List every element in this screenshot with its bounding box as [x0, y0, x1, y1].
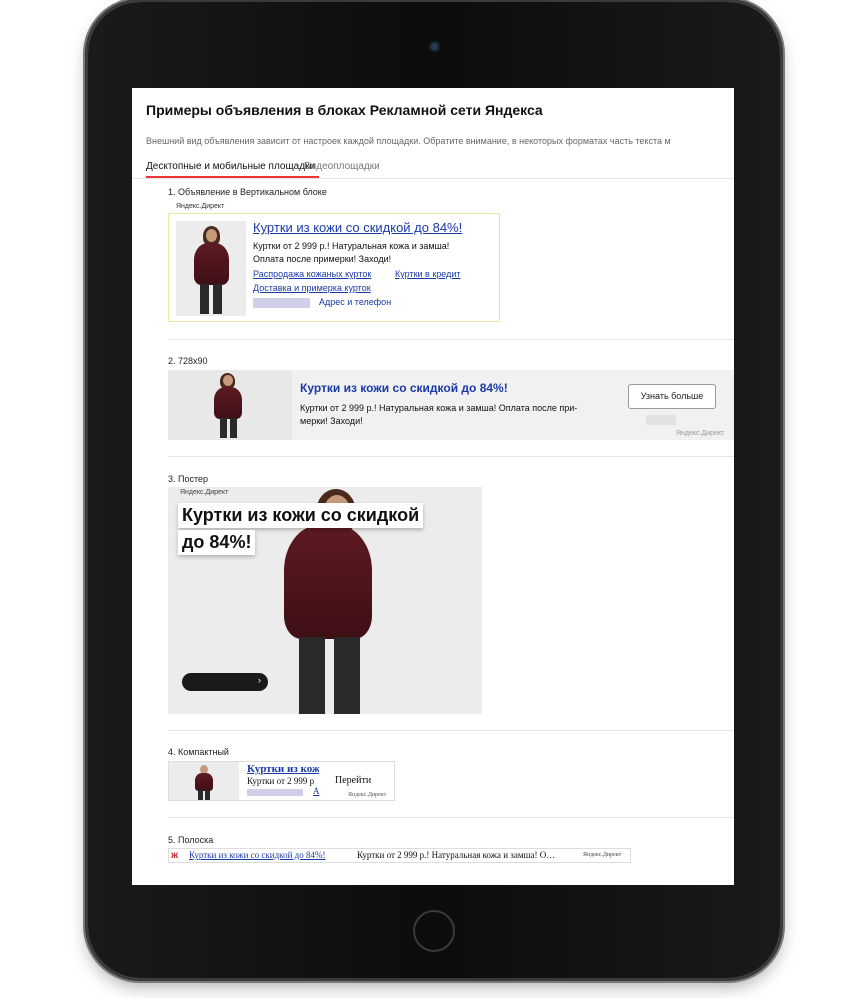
page-title: Примеры объявления в блоках Рекламной се…: [146, 102, 543, 118]
section-label-poster: 3. Постер: [168, 474, 209, 484]
strip-title-link[interactable]: Куртки из кожи со скидкой до 84%!: [189, 850, 326, 860]
model-leg-left: [198, 790, 203, 800]
model-leg-right: [213, 284, 222, 314]
sitelink-delivery[interactable]: Доставка и примерка курток: [253, 283, 371, 293]
tab-desktop-mobile[interactable]: Десктопные и мобильные площадки: [146, 161, 315, 172]
model-leg-right: [230, 418, 237, 438]
jacket-image: [214, 387, 242, 419]
section-label-compact: 4. Компактный: [168, 747, 229, 757]
jacket-thumbnail-icon[interactable]: ж: [171, 850, 178, 861]
compact-go-button[interactable]: Перейти: [335, 775, 371, 786]
page-subtitle: Внешний вид объявления зависит от настро…: [146, 136, 671, 146]
screen: Примеры объявления в блоках Рекламной се…: [132, 88, 734, 885]
front-camera: [429, 41, 440, 52]
model-leg-right: [334, 637, 360, 714]
poster-ad[interactable]: Яндекс.Директ Куртки из кожи со скидкой …: [168, 487, 482, 714]
tabs-divider: [132, 178, 734, 179]
model-leg-right: [205, 790, 210, 800]
jacket-image: [194, 243, 229, 285]
blurred-url: [247, 789, 303, 796]
poster-headline-line-1: Куртки из кожи со скидкой: [178, 503, 424, 528]
brand-label: Яндекс.Директ: [180, 489, 229, 496]
jacket-image: [195, 773, 213, 791]
brand-label: Яндекс.Директ: [176, 203, 225, 210]
section-label-vertical: 1. Объявление в Вертикальном блоке: [168, 187, 327, 197]
leaderboard-text-line-1: Куртки от 2 999 р.! Натуральная кожа и з…: [300, 403, 578, 413]
section-label-728x90: 2. 728x90: [168, 356, 208, 366]
compact-ad: Куртки из кож Куртки от 2 999 р А Перейт…: [168, 761, 395, 801]
model-leg-left: [299, 637, 325, 714]
poster-button[interactable]: ›: [182, 673, 268, 691]
compact-contacts-link[interactable]: А: [313, 786, 320, 796]
section-divider: [168, 456, 734, 457]
sitelink-credit[interactable]: Куртки в кредит: [395, 269, 460, 279]
model-leg-left: [220, 418, 227, 438]
leaderboard-title-link[interactable]: Куртки из кожи со скидкой до 84%!: [300, 381, 508, 395]
blurred-url: [646, 415, 676, 425]
leaderboard-photo[interactable]: [168, 370, 292, 440]
compact-text: Куртки от 2 999 р: [247, 776, 315, 786]
strip-ad: ж Куртки из кожи со скидкой до 84%! Курт…: [168, 848, 631, 863]
home-button[interactable]: [413, 910, 455, 952]
poster-headline-line-2: до 84%!: [178, 530, 256, 555]
compact-title-link[interactable]: Куртки из кож: [247, 763, 319, 775]
model-head: [206, 229, 217, 242]
tab-video[interactable]: Видеоплощадки: [304, 161, 380, 172]
jacket-image: [284, 525, 372, 639]
section-divider: [168, 817, 734, 818]
brand-label: Яндекс.Директ: [676, 430, 725, 437]
compact-photo[interactable]: [169, 762, 239, 800]
ad-text-line-2: Оплата после примерки! Заходи!: [253, 254, 392, 264]
model-head: [223, 375, 233, 386]
learn-more-button[interactable]: Узнать больше: [628, 384, 716, 409]
section-label-strip: 5. Полоска: [168, 835, 214, 845]
ad-title-link[interactable]: Куртки из кожи со скидкой до 84%!: [253, 220, 462, 235]
contacts-link[interactable]: Адрес и телефон: [319, 297, 391, 307]
leaderboard-text-line-2: мерки! Заходи!: [300, 416, 363, 426]
section-divider: [168, 730, 734, 731]
brand-label: Яндекс.Директ: [583, 852, 622, 858]
brand-label: Яндекс.Директ: [348, 792, 387, 798]
ad-text-line-1: Куртки от 2 999 р.! Натуральная кожа и з…: [253, 241, 450, 251]
model-leg-left: [200, 284, 209, 314]
blurred-url: [253, 298, 310, 308]
chevron-right-icon: ›: [258, 675, 261, 685]
section-divider: [168, 339, 734, 340]
ad-photo[interactable]: [176, 221, 246, 316]
sitelink-sale[interactable]: Распродажа кожаных курток: [253, 269, 371, 279]
strip-text: Куртки от 2 999 р.! Натуральная кожа и з…: [357, 850, 556, 860]
leaderboard-ad: Куртки из кожи со скидкой до 84%! Куртки…: [168, 370, 734, 440]
vertical-ad-block: Куртки из кожи со скидкой до 84%! Куртки…: [168, 213, 500, 322]
